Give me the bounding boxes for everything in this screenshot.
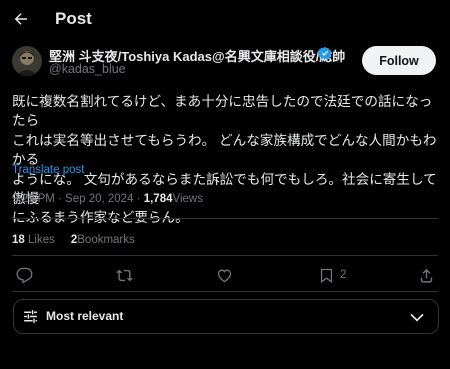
sort-sliders-icon: [22, 308, 39, 325]
divider: [12, 218, 438, 219]
likes-count: 18: [12, 234, 25, 246]
post-meta: 9:29 PM · Sep 20, 2024 · 1,784Views: [12, 193, 203, 205]
post-stats: 18 Likes 2Bookmarks: [12, 234, 135, 246]
reply-icon: [16, 267, 33, 283]
likes-label: Likes: [28, 234, 55, 246]
like-button[interactable]: [216, 262, 233, 288]
post-timestamp[interactable]: 9:29 PM · Sep 20, 2024 ·: [12, 193, 144, 205]
bookmark-icon: [320, 268, 333, 283]
sort-label: Most relevant: [46, 309, 124, 323]
author-handle[interactable]: @kadas_blue: [49, 62, 126, 76]
replies-sort-dropdown[interactable]: Most relevant: [13, 299, 439, 334]
avatar[interactable]: [12, 46, 42, 76]
views-label: Views: [172, 193, 203, 205]
share-button[interactable]: [418, 262, 435, 288]
divider: [12, 255, 438, 256]
views-count: 1,784: [143, 193, 173, 205]
bookmark-count: 2: [340, 269, 347, 281]
repost-icon: [116, 269, 133, 281]
follow-button[interactable]: Follow: [362, 46, 436, 75]
chevron-down-icon: [408, 308, 426, 326]
action-bar: 2: [0, 262, 450, 288]
likes-stat[interactable]: 18 Likes: [12, 234, 55, 246]
repost-button[interactable]: [116, 262, 133, 288]
divider: [12, 291, 438, 292]
translate-post-link[interactable]: Translate post: [12, 164, 84, 176]
like-icon: [217, 269, 232, 282]
bookmark-button[interactable]: 2: [318, 262, 346, 288]
page-title: Post: [55, 9, 92, 28]
reply-button[interactable]: [16, 262, 33, 288]
verified-badge-icon: [318, 46, 332, 60]
bookmarks-stat[interactable]: 2Bookmarks: [71, 234, 135, 246]
back-arrow-icon: [14, 13, 27, 25]
post-text-line: 既に複数名割れてるけど、まあ十分に忠告したので法廷での話になったら: [12, 94, 433, 129]
share-icon: [420, 268, 433, 283]
post-text: 既に複数名割れてるけど、まあ十分に忠告したので法廷での話になったら これは実名等…: [12, 92, 440, 228]
top-bar: Post: [0, 0, 450, 38]
bookmarks-label: Bookmarks: [77, 234, 135, 246]
back-button[interactable]: [8, 6, 34, 32]
